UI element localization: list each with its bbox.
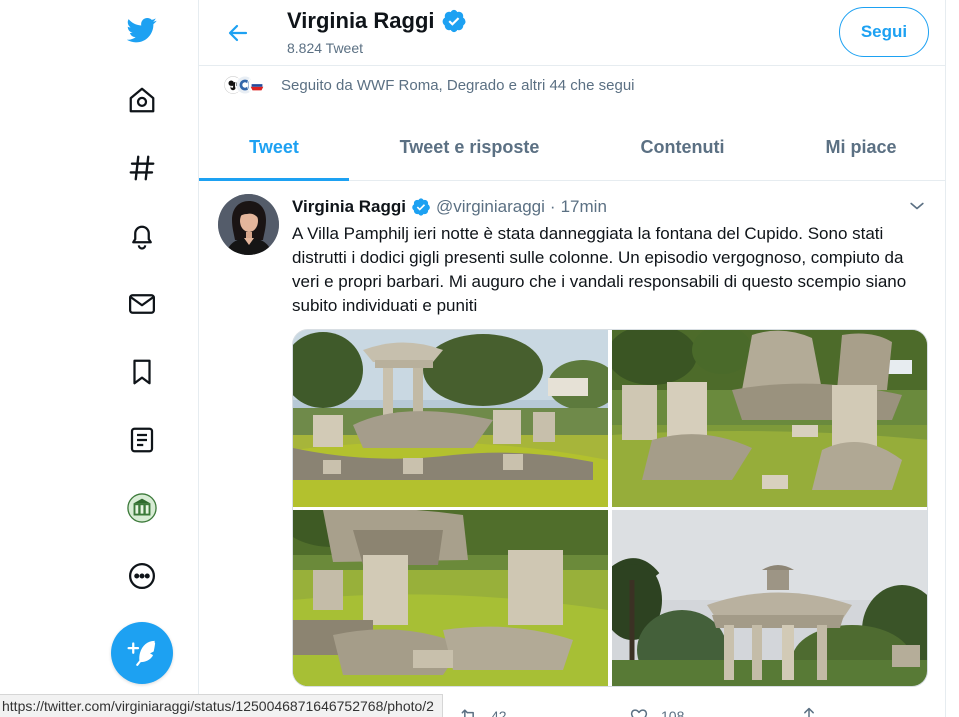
retweet-count: 42 xyxy=(491,708,507,717)
verified-badge-icon xyxy=(442,9,466,33)
share-button[interactable] xyxy=(799,704,959,717)
tweet-count: 8.824 Tweet xyxy=(287,40,364,56)
tweet-photo-4[interactable] xyxy=(612,510,927,686)
messages-envelope-icon[interactable] xyxy=(112,274,172,334)
tab-tweet[interactable]: Tweet xyxy=(199,114,349,181)
tweet[interactable]: Virginia Raggi @virginiaraggi · 17min A … xyxy=(199,182,947,717)
tweet-actions: 42 108 xyxy=(459,704,959,717)
follow-button[interactable]: Segui xyxy=(839,7,929,57)
like-button[interactable]: 108 xyxy=(629,704,799,717)
heart-icon xyxy=(630,709,648,717)
back-arrow-icon xyxy=(228,24,248,42)
separator-dot: · xyxy=(549,197,556,216)
main-column: Virginia Raggi 8.824 Tweet Segui Seguito… xyxy=(198,0,947,717)
retweet-icon xyxy=(461,709,474,717)
tweet-author-avatar[interactable] xyxy=(218,194,279,255)
tweet-photo-2[interactable] xyxy=(612,330,927,507)
share-icon xyxy=(804,707,814,717)
chevron-down-icon[interactable] xyxy=(907,196,927,216)
sidebar-nav xyxy=(0,0,198,717)
browser-status-bar: https://twitter.com/virginiaraggi/status… xyxy=(0,694,443,717)
followed-by-text: Seguito da WWF Roma, Degrado e altri 44 … xyxy=(281,76,635,94)
follower-avatar-3 xyxy=(247,75,267,95)
tweet-text: A Villa Pamphilj ieri notte è stata dann… xyxy=(292,224,907,315)
home-icon[interactable] xyxy=(112,70,172,130)
tweet-timestamp[interactable]: 17min xyxy=(561,197,607,217)
page-title: Virginia Raggi xyxy=(287,8,467,34)
back-button[interactable] xyxy=(219,14,257,52)
profile-name-text: Virginia Raggi xyxy=(287,8,435,33)
tweet-author-handle[interactable]: @virginiaraggi xyxy=(436,197,545,217)
tab-tweet-e-risposte[interactable]: Tweet e risposte xyxy=(349,114,590,180)
profile-header: Virginia Raggi 8.824 Tweet Segui xyxy=(199,0,947,66)
lists-icon[interactable] xyxy=(112,410,172,470)
twitter-logo-icon[interactable] xyxy=(112,0,172,60)
tweet-author-name[interactable]: Virginia Raggi xyxy=(292,197,406,217)
like-count: 108 xyxy=(661,708,685,717)
profile-avatar-icon[interactable] xyxy=(112,478,172,538)
tab-contenuti[interactable]: Contenuti xyxy=(590,114,775,180)
retweet-button[interactable]: 42 xyxy=(459,704,629,717)
follower-avatars xyxy=(221,73,269,97)
bookmarks-icon[interactable] xyxy=(112,342,172,402)
tweet-photo-1[interactable] xyxy=(293,330,608,507)
compose-tweet-icon xyxy=(127,640,156,666)
explore-hashtag-icon[interactable] xyxy=(112,138,172,198)
verified-badge-icon xyxy=(412,198,430,216)
tweet-media-grid xyxy=(292,329,928,687)
tweet-header: Virginia Raggi @virginiaraggi · 17min xyxy=(292,196,607,218)
profile-tabs: Tweet Tweet e risposte Contenuti Mi piac… xyxy=(199,114,947,181)
page-scrollbar[interactable] xyxy=(946,0,959,717)
more-options-icon[interactable] xyxy=(112,546,172,606)
tab-mi-piace[interactable]: Mi piace xyxy=(775,114,947,180)
followed-by[interactable]: Seguito da WWF Roma, Degrado e altri 44 … xyxy=(221,72,635,98)
tweet-photo-3[interactable] xyxy=(293,510,608,686)
compose-tweet-button[interactable] xyxy=(111,622,173,684)
notifications-bell-icon[interactable] xyxy=(112,206,172,266)
